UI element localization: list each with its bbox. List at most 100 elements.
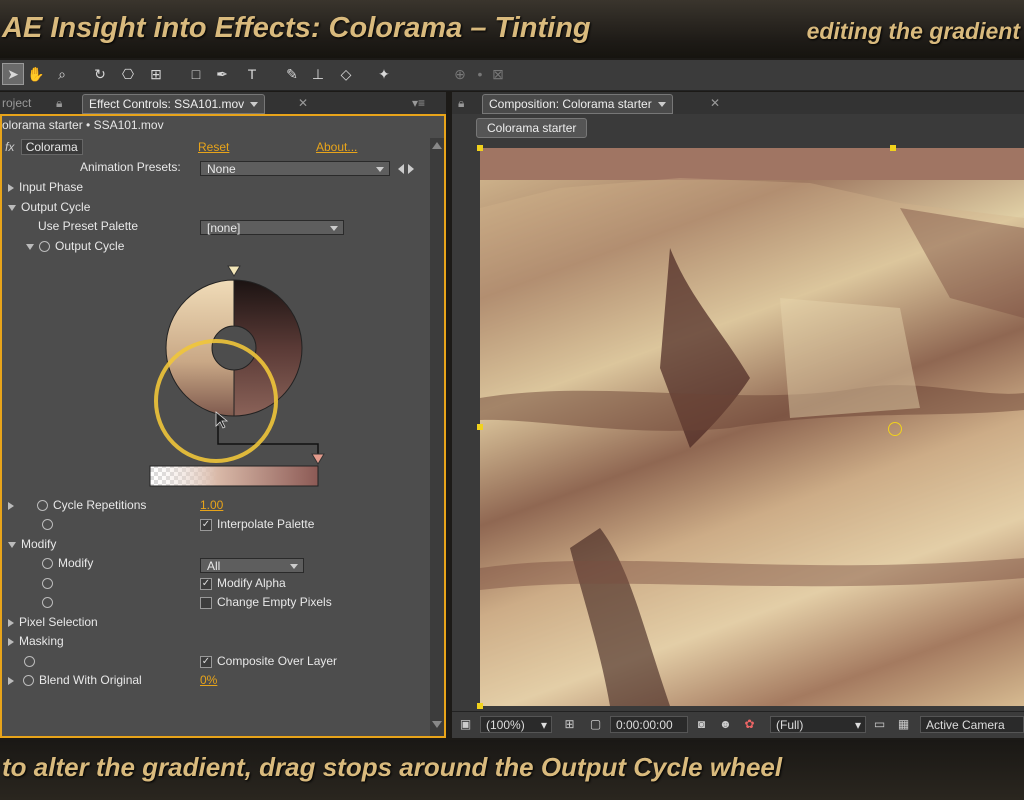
layer-handle-top-left[interactable]	[477, 145, 483, 151]
close-icon[interactable]: ✕	[710, 94, 720, 112]
pixel-selection-row[interactable]: Pixel Selection	[8, 613, 438, 632]
use-preset-palette-dropdown[interactable]: [none]	[200, 220, 344, 235]
timecode-field[interactable]: 0:00:00:00	[610, 716, 688, 733]
rectangle-tool-icon[interactable]: □	[186, 64, 206, 84]
close-icon[interactable]: ✕	[298, 94, 308, 112]
stopwatch-icon[interactable]	[37, 500, 48, 512]
eraser-tool-icon[interactable]: ◇	[336, 64, 356, 84]
puppet-pin-tool-icon[interactable]: ✦	[374, 64, 394, 84]
stopwatch-icon[interactable]	[23, 675, 34, 687]
lock-icon[interactable]: 🔒︎	[458, 94, 480, 112]
tools-toolbar: ➤ ✋ ⌕ ↻ ⎔ ⊞ □ ✒ T ✎ ⊥ ◇ ✦ ⊕ • ⊠	[0, 60, 1024, 91]
input-phase-row[interactable]: Input Phase	[8, 178, 438, 197]
stopwatch-icon[interactable]	[42, 519, 53, 531]
tab-project[interactable]: roject	[0, 94, 37, 112]
collapse-arrow-icon[interactable]	[8, 204, 16, 211]
brush-tool-icon[interactable]: ✎	[282, 64, 302, 84]
cycle-repetitions-value[interactable]: 1.00	[200, 496, 223, 515]
modify-group-row[interactable]: Modify	[8, 535, 438, 554]
layer-handle-middle-left[interactable]	[477, 424, 483, 430]
composition-status-bar: ▣ (100%) ▾ ⊞ ▢ 0:00:00:00 ◙ ☻ ✿ (Full) ▾ ▭…	[452, 711, 1024, 738]
composition-viewer[interactable]	[480, 148, 1024, 706]
stopwatch-icon[interactable]	[42, 578, 53, 590]
show-snapshot-icon[interactable]: ☻	[718, 717, 733, 732]
expand-arrow-icon[interactable]	[8, 676, 14, 685]
expand-arrow-icon[interactable]	[8, 618, 14, 627]
composite-over-layer-row: ✓ Composite Over Layer	[24, 652, 444, 671]
output-cycle-row[interactable]: Output Cycle	[26, 237, 444, 256]
magnification-dropdown[interactable]: (100%) ▾	[480, 716, 552, 733]
banner-subtitle: editing the gradient	[806, 18, 1020, 44]
snapshot-camera-icon[interactable]: ◙	[694, 717, 709, 732]
collapse-arrow-icon[interactable]	[8, 541, 16, 548]
scroll-down-icon[interactable]	[432, 721, 442, 728]
reset-button[interactable]: Reset	[198, 138, 229, 157]
layer-handle-top-center[interactable]	[890, 145, 896, 151]
masking-row[interactable]: Masking	[8, 632, 438, 651]
about-link[interactable]: About...	[316, 138, 357, 157]
transparency-grid-icon[interactable]: ▦	[896, 717, 911, 732]
collapse-arrow-icon[interactable]	[26, 243, 34, 250]
channel-rgb-icon[interactable]: ✿	[742, 717, 757, 732]
hand-tool-icon[interactable]: ✋	[26, 64, 46, 84]
change-empty-pixels-checkbox[interactable]: Change Empty Pixels	[200, 593, 332, 612]
effect-name[interactable]: Colorama	[20, 139, 83, 155]
safe-margins-icon[interactable]: ⊞	[562, 717, 577, 732]
composite-over-layer-checkbox[interactable]: ✓ Composite Over Layer	[200, 652, 337, 671]
output-cycle-group-row[interactable]: Output Cycle	[8, 198, 438, 217]
expand-arrow-icon[interactable]	[8, 637, 14, 646]
clone-stamp-tool-icon[interactable]: ⊥	[308, 64, 328, 84]
interpolate-palette-checkbox[interactable]: ✓ Interpolate Palette	[200, 515, 314, 534]
previous-preset-icon[interactable]	[398, 164, 404, 174]
modify-alpha-checkbox[interactable]: ✓ Modify Alpha	[200, 574, 286, 593]
track-xy-camera-tool-icon[interactable]: ⊞	[146, 64, 166, 84]
view-axis-icon[interactable]: ⊠	[488, 64, 508, 84]
zoom-tool-icon[interactable]: ⌕	[52, 64, 72, 84]
lock-icon[interactable]: 🔒︎	[56, 94, 78, 112]
resolution-dropdown[interactable]: (Full) ▾	[770, 716, 866, 733]
orbit-camera-tool-icon[interactable]: ⎔	[118, 64, 138, 84]
always-preview-icon[interactable]: ▣	[458, 717, 473, 732]
expand-arrow-icon[interactable]	[8, 501, 14, 510]
tab-composition-label: Composition: Colorama starter	[489, 97, 652, 111]
panel-menu-icon[interactable]: ▾≡	[412, 94, 425, 112]
stopwatch-icon[interactable]	[24, 656, 35, 668]
expand-arrow-icon[interactable]	[8, 183, 14, 192]
stopwatch-icon[interactable]	[42, 597, 53, 609]
fx-icon[interactable]: fx	[2, 138, 17, 157]
tab-effect-controls[interactable]: Effect Controls: SSA101.mov	[82, 94, 266, 114]
output-cycle-wheel[interactable]	[142, 260, 342, 492]
scroll-up-icon[interactable]	[432, 142, 442, 149]
blend-with-original-value[interactable]: 0%	[200, 671, 217, 690]
composition-breadcrumb[interactable]: Colorama starter	[476, 118, 588, 138]
anchor-point-icon[interactable]	[888, 422, 902, 436]
checkmark-icon: ✓	[200, 577, 212, 590]
chevron-down-icon[interactable]	[250, 102, 259, 108]
world-axis-icon[interactable]: •	[470, 64, 490, 84]
interpolate-palette-label: Interpolate Palette	[217, 517, 315, 531]
selection-tool-icon[interactable]: ➤	[2, 63, 24, 85]
masking-label: Masking	[19, 634, 64, 648]
chevron-down-icon[interactable]	[657, 102, 666, 108]
type-tool-icon[interactable]: T	[242, 64, 262, 84]
scrollbar[interactable]	[430, 138, 444, 736]
use-preset-palette-label: Use Preset Palette	[38, 219, 139, 233]
mask-visibility-icon[interactable]: ▢	[588, 717, 603, 732]
modify-dropdown[interactable]: All	[200, 558, 304, 573]
composition-panel: Colorama starter ▣ (100%) ▾ ⊞ ▢ 0:00:00:0…	[452, 114, 1024, 738]
checkmark-icon: ✓	[200, 518, 212, 531]
breadcrumb: olorama starter • SSA101.mov	[2, 118, 164, 132]
region-of-interest-icon[interactable]: ▭	[872, 717, 887, 732]
change-empty-pixels-label: Change Empty Pixels	[217, 595, 332, 609]
pen-tool-icon[interactable]: ✒	[212, 64, 232, 84]
next-preset-icon[interactable]	[408, 164, 414, 174]
stopwatch-icon[interactable]	[39, 241, 50, 253]
rotation-tool-icon[interactable]: ↻	[90, 64, 110, 84]
active-camera-dropdown[interactable]: Active Camera	[920, 716, 1024, 733]
local-axis-icon[interactable]: ⊕	[450, 64, 470, 84]
tab-composition[interactable]: Composition: Colorama starter	[482, 94, 673, 114]
animation-presets-dropdown[interactable]: None	[200, 161, 390, 176]
layer-handle-bottom-left[interactable]	[477, 703, 483, 709]
stopwatch-icon[interactable]	[42, 558, 53, 570]
modify-value: All	[207, 559, 221, 573]
